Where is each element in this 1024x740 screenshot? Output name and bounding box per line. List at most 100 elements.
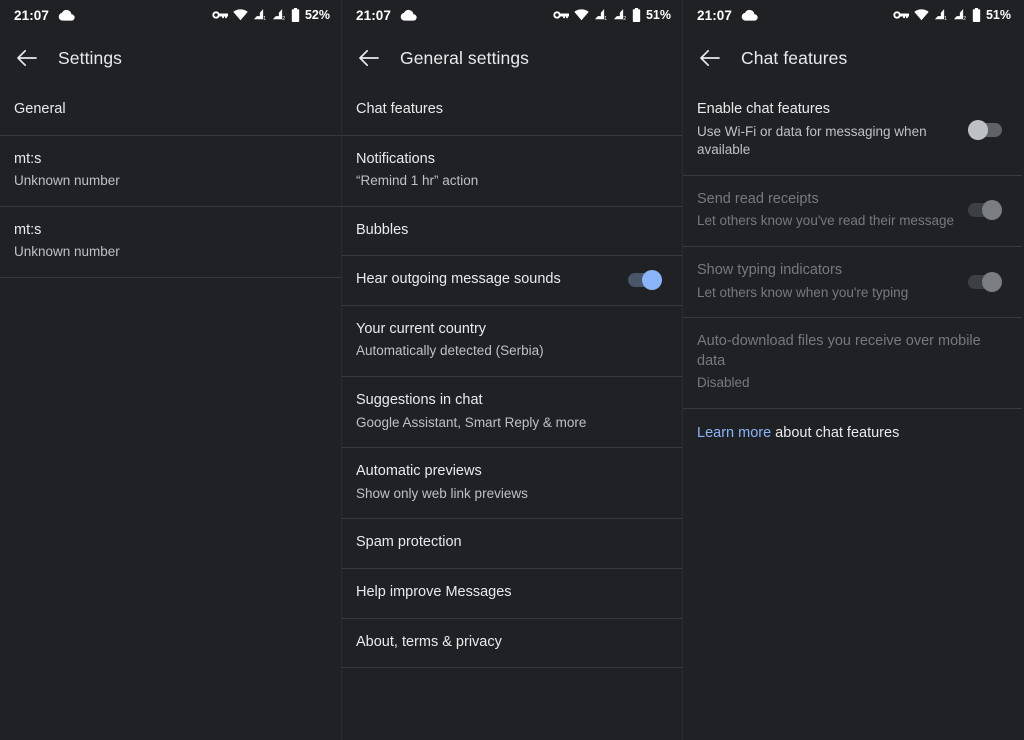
- toggle-thumb: [982, 271, 1002, 292]
- list-item-subtitle: Show only web link previews: [356, 485, 528, 501]
- list-item-title: Automatic previews: [356, 463, 482, 480]
- back-arrow-icon[interactable]: [14, 45, 40, 71]
- list-item-enable-chat-features[interactable]: Enable chat features Use Wi-Fi or data f…: [683, 86, 1022, 175]
- toggle-thumb: [982, 200, 1002, 221]
- back-arrow-icon[interactable]: [356, 45, 382, 71]
- svg-text:1: 1: [263, 16, 266, 21]
- signal-bars-icon: 2: [953, 9, 967, 21]
- svg-text:2: 2: [282, 16, 285, 21]
- list-item-show-typing-indicators: Show typing indicators Let others know w…: [683, 247, 1022, 317]
- wifi-icon: [574, 9, 589, 21]
- wifi-icon: [233, 9, 248, 21]
- show-typing-indicators-toggle: [968, 271, 1002, 292]
- status-time: 21:07: [356, 7, 392, 23]
- vpn-key-icon: [893, 10, 909, 20]
- status-bar: 21:07 1 2: [0, 0, 341, 30]
- vpn-key-icon: [212, 10, 228, 20]
- general-settings-list: Chat features Notifications “Remind 1 hr…: [342, 86, 682, 669]
- status-time: 21:07: [14, 7, 50, 23]
- signal-bars-icon: 2: [272, 9, 286, 21]
- battery-icon: [291, 8, 300, 22]
- list-item-account-2[interactable]: mt:s Unknown number: [0, 207, 341, 277]
- three-panel-screenshot: 21:07 1 2 52% Settings General mt:s Unkn…: [0, 0, 1024, 740]
- battery-percent: 51%: [645, 8, 671, 22]
- list-item-help-improve-messages[interactable]: Help improve Messages: [342, 569, 682, 618]
- list-item-send-read-receipts: Send read receipts Let others know you'v…: [683, 176, 1022, 246]
- list-item-title: Spam protection: [356, 534, 462, 551]
- svg-text:1: 1: [944, 16, 947, 21]
- enable-chat-features-toggle[interactable]: [968, 119, 1002, 140]
- status-bar-left: 21:07: [356, 8, 417, 23]
- page-title: Settings: [58, 47, 123, 68]
- status-bar: 21:07 1 2: [683, 0, 1022, 30]
- list-item-subtitle: Automatically detected (Serbia): [356, 343, 544, 359]
- list-item-bubbles[interactable]: Bubbles: [342, 207, 682, 256]
- list-item-account-1[interactable]: mt:s Unknown number: [0, 136, 341, 206]
- list-item-notifications[interactable]: Notifications “Remind 1 hr” action: [342, 136, 682, 206]
- vpn-key-icon: [553, 10, 569, 20]
- list-item-title: Help improve Messages: [356, 584, 512, 600]
- list-item-title: mt:s: [14, 150, 42, 167]
- signal-bars-icon: 1: [934, 9, 948, 21]
- list-item-general[interactable]: General: [0, 86, 341, 135]
- battery-percent: 52%: [304, 8, 330, 22]
- list-item-chat-features[interactable]: Chat features: [342, 86, 682, 135]
- divider: [342, 667, 682, 669]
- svg-text:2: 2: [623, 16, 626, 21]
- list-item-suggestions-in-chat[interactable]: Suggestions in chat Google Assistant, Sm…: [342, 377, 682, 447]
- list-item-title: Suggestions in chat: [356, 392, 483, 409]
- svg-text:2: 2: [963, 16, 966, 21]
- list-item-subtitle: Unknown number: [14, 173, 120, 189]
- status-bar-left: 21:07: [14, 8, 75, 23]
- list-item-spam-protection[interactable]: Spam protection: [342, 519, 682, 568]
- list-item-title: Hear outgoing message sounds: [356, 271, 561, 288]
- svg-text:1: 1: [604, 16, 607, 21]
- list-item-your-current-country[interactable]: Your current country Automatically detec…: [342, 306, 682, 376]
- wifi-icon: [914, 9, 929, 21]
- status-bar-right: 1 2 51%: [553, 8, 671, 22]
- cloud-icon: [58, 9, 75, 21]
- app-bar: Chat features: [683, 30, 1022, 86]
- toggle-thumb: [968, 119, 988, 140]
- list-item-subtitle: Unknown number: [14, 244, 120, 260]
- status-bar: 21:07 1 2: [342, 0, 682, 30]
- divider: [0, 276, 341, 278]
- panel-general-settings: 21:07 1 2 51% General settings Chat feat…: [341, 0, 683, 740]
- list-item-subtitle: “Remind 1 hr” action: [356, 173, 479, 189]
- list-item-about-terms-privacy[interactable]: About, terms & privacy: [342, 619, 682, 668]
- signal-bars-icon: 1: [253, 9, 267, 21]
- list-item-title: Your current country: [356, 320, 487, 337]
- status-bar-right: 1 2 52%: [212, 8, 330, 22]
- list-item-title: Bubbles: [356, 221, 409, 238]
- list-item-title: Enable chat features: [697, 101, 831, 117]
- status-bar-left: 21:07: [697, 8, 758, 23]
- signal-bars-icon: 2: [613, 9, 627, 21]
- learn-more-link[interactable]: Learn more: [697, 425, 771, 441]
- panel-chat-features: 21:07 1 2 51% Chat features Enable chat …: [683, 0, 1022, 740]
- list-item-title: Send read receipts: [697, 190, 819, 207]
- battery-percent: 51%: [985, 8, 1011, 22]
- list-item-title: Show typing indicators: [697, 262, 843, 278]
- list-item-title: Notifications: [356, 150, 435, 167]
- chat-features-list: Enable chat features Use Wi-Fi or data f…: [683, 86, 1022, 457]
- list-item-subtitle: Let others know when you're typing: [697, 284, 909, 300]
- status-bar-right: 1 2 51%: [893, 8, 1011, 22]
- list-item-auto-download-files: Auto-download files you receive over mob…: [683, 318, 1022, 408]
- list-item-title: Auto-download files you receive over mob…: [697, 333, 981, 369]
- battery-icon: [632, 8, 641, 22]
- list-item-subtitle: Disabled: [697, 375, 750, 391]
- learn-more-rest: about chat features: [771, 424, 900, 441]
- back-arrow-icon[interactable]: [697, 45, 723, 71]
- hear-outgoing-sounds-toggle[interactable]: [628, 270, 662, 291]
- list-item-automatic-previews[interactable]: Automatic previews Show only web link pr…: [342, 448, 682, 518]
- list-item-subtitle: Let others know you've read their messag…: [697, 213, 954, 229]
- list-item-hear-outgoing-message-sounds[interactable]: Hear outgoing message sounds: [342, 256, 682, 305]
- settings-list: General mt:s Unknown number mt:s Unknown…: [0, 86, 341, 278]
- battery-icon: [972, 8, 981, 22]
- toggle-thumb: [642, 270, 662, 291]
- status-time: 21:07: [697, 7, 733, 23]
- cloud-icon: [741, 9, 758, 21]
- list-item-title: mt:s: [14, 221, 42, 238]
- list-item-title: General: [14, 101, 66, 117]
- cloud-icon: [400, 9, 417, 21]
